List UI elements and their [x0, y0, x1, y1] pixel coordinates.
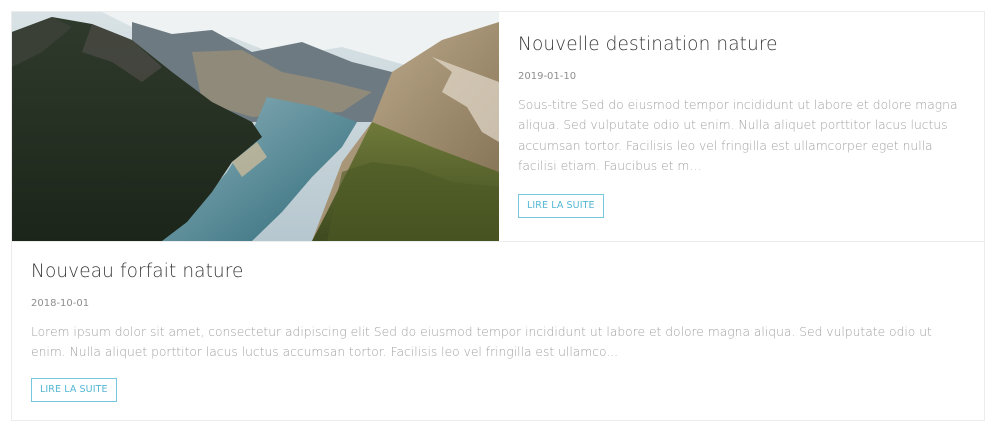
- post-thumbnail-mountain-lake[interactable]: [12, 12, 499, 241]
- post-body: Nouveau forfait nature 2018-10-01 Lorem …: [31, 259, 966, 363]
- post-excerpt: Lorem ipsum dolor sit amet, consectetur …: [31, 325, 932, 360]
- post-date: 2019-01-10: [518, 71, 577, 82]
- post-date: 2018-10-01: [31, 298, 90, 309]
- post-card: Nouveau forfait nature 2018-10-01 Lorem …: [12, 242, 984, 420]
- post-body: Nouvelle destination nature 2019-01-10 S…: [518, 32, 973, 176]
- read-more-button[interactable]: LIRE LA SUITE: [518, 194, 604, 218]
- post-excerpt: Sous-titre Sed do eiusmod tempor incidid…: [518, 98, 958, 173]
- post-title[interactable]: Nouvelle destination nature: [518, 32, 973, 58]
- post-list: Nouvelle destination nature 2019-01-10 S…: [11, 11, 985, 421]
- post-title[interactable]: Nouveau forfait nature: [31, 259, 966, 285]
- mountain-lake-image: [12, 12, 499, 241]
- post-card: Nouvelle destination nature 2019-01-10 S…: [12, 12, 984, 242]
- read-more-button[interactable]: LIRE LA SUITE: [31, 378, 117, 402]
